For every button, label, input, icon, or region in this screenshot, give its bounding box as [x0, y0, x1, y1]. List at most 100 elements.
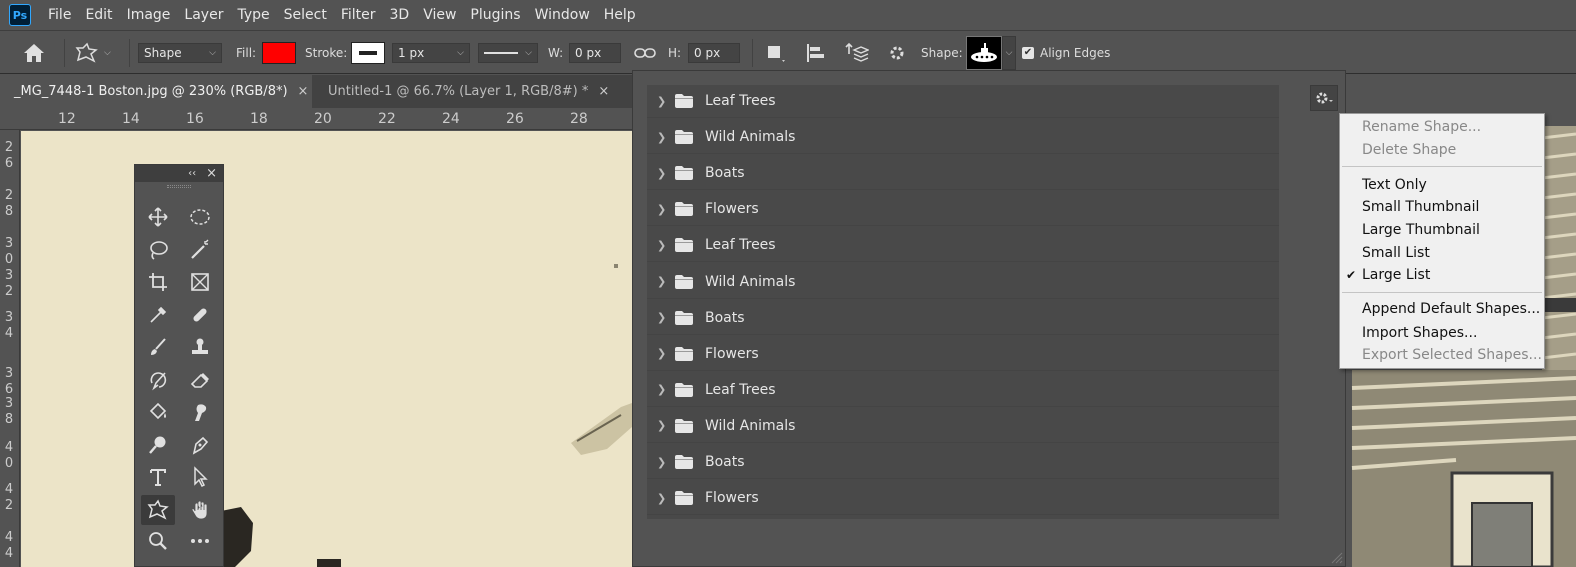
close-icon[interactable]: × [298, 84, 309, 99]
paint-bucket-tool[interactable] [141, 397, 175, 427]
chevron-right-icon[interactable]: ❯ [657, 95, 667, 108]
menu-text-only[interactable]: Text Only [1362, 177, 1427, 193]
dodge-tool[interactable] [141, 430, 175, 460]
eraser-icon [190, 373, 209, 388]
resize-grip-icon[interactable] [1329, 550, 1343, 564]
shape-group-row[interactable]: ❯ Flowers [647, 482, 1279, 516]
brush-tool[interactable] [141, 332, 175, 362]
shape-group-row[interactable]: ❯ Flowers [647, 338, 1279, 371]
menu-export-selected-shapes[interactable]: Export Selected Shapes... [1362, 347, 1542, 363]
stroke-width-field[interactable]: 1 px ⌵ [392, 42, 470, 63]
chevron-right-icon[interactable]: ❯ [657, 311, 667, 324]
document-canvas[interactable] [21, 131, 632, 567]
chevron-right-icon[interactable]: ❯ [657, 456, 667, 469]
menu-import-shapes[interactable]: Import Shapes... [1362, 325, 1477, 341]
zoom-tool[interactable] [141, 526, 175, 556]
path-selection-tool[interactable] [183, 462, 217, 492]
healing-brush-tool[interactable] [183, 300, 217, 330]
chevron-right-icon[interactable]: ❯ [657, 131, 667, 144]
menu-rename-shape[interactable]: Rename Shape... [1362, 119, 1481, 135]
drag-handle[interactable] [167, 185, 191, 188]
menu-plugins[interactable]: Plugins [463, 0, 527, 31]
chevron-right-icon[interactable]: ❯ [657, 275, 667, 288]
smudge-tool[interactable] [183, 397, 217, 427]
menu-append-default-shapes[interactable]: Append Default Shapes... [1362, 301, 1540, 317]
panel-settings-button[interactable] [1310, 85, 1338, 111]
clone-stamp-tool[interactable] [183, 332, 217, 362]
move-tool[interactable] [141, 202, 175, 232]
menu-delete-shape[interactable]: Delete Shape [1362, 142, 1456, 158]
tools-panel-header[interactable]: ‹‹ × [135, 165, 223, 182]
menu-image[interactable]: Image [120, 0, 178, 31]
shape-group-row[interactable]: ❯ Flowers [647, 193, 1279, 227]
width-input[interactable]: 0 px [569, 42, 621, 63]
stroke-type-dropdown[interactable]: ⌵ [478, 42, 538, 63]
chevron-right-icon[interactable]: ❯ [657, 419, 667, 432]
chevron-right-icon[interactable]: ❯ [657, 492, 667, 505]
menu-layer[interactable]: Layer [177, 0, 230, 31]
menu-select[interactable]: Select [277, 0, 334, 31]
eraser-tool[interactable] [183, 365, 217, 395]
align-edges-checkbox[interactable]: ✔ [1022, 46, 1034, 59]
tab-boston[interactable]: _MG_7448-1 Boston.jpg @ 230% (RGB/8*) × [0, 75, 312, 108]
hand-tool[interactable] [183, 495, 217, 525]
menu-small-thumbnail[interactable]: Small Thumbnail [1362, 199, 1479, 215]
close-icon[interactable]: × [598, 84, 609, 99]
shape-group-row[interactable]: ❯ Wild Animals [647, 410, 1279, 443]
menu-large-thumbnail[interactable]: Large Thumbnail [1362, 222, 1480, 238]
stroke-color-swatch[interactable] [351, 41, 385, 64]
path-alignment-button[interactable] [804, 31, 828, 74]
shape-group-row[interactable]: ❯ Leaf Trees [647, 229, 1279, 263]
menu-help[interactable]: Help [597, 0, 643, 31]
fill-color-swatch[interactable] [262, 41, 296, 64]
history-brush-tool[interactable] [141, 365, 175, 395]
chevron-right-icon[interactable]: ❯ [657, 203, 667, 216]
edit-toolbar-button[interactable] [183, 526, 217, 556]
eyedropper-tool[interactable] [141, 300, 175, 330]
mode-dropdown[interactable]: Shape ⌵ [138, 42, 222, 63]
menu-view[interactable]: View [416, 0, 463, 31]
shape-group-row[interactable]: ❯ Boats [647, 157, 1279, 191]
shape-group-row[interactable]: ❯ Wild Animals [647, 121, 1279, 155]
magic-wand-tool[interactable] [183, 235, 217, 265]
menu-window[interactable]: Window [528, 0, 597, 31]
geometry-options-button[interactable] [886, 31, 910, 74]
chevron-right-icon[interactable]: ❯ [657, 347, 667, 360]
ruler-tick-label: 3 6 [4, 366, 14, 397]
tool-preset-picker[interactable]: ⌵ [74, 31, 111, 74]
home-button[interactable] [22, 31, 46, 74]
link-dimensions-button[interactable] [634, 31, 656, 74]
tab-untitled[interactable]: Untitled-1 @ 66.7% (Layer 1, RGB/8#) * × [312, 75, 612, 108]
menu-3d[interactable]: 3D [383, 0, 417, 31]
menu-file[interactable]: File [41, 0, 78, 31]
path-arrangement-button[interactable] [843, 31, 869, 74]
shape-group-name: Leaf Trees [705, 93, 776, 109]
menu-edit[interactable]: Edit [78, 0, 119, 31]
type-tool[interactable] [141, 462, 175, 492]
lasso-tool[interactable] [141, 235, 175, 265]
shape-group-row[interactable]: ❯ Boats [647, 446, 1279, 479]
menu-filter[interactable]: Filter [334, 0, 383, 31]
shape-group-row[interactable]: ❯ Leaf Trees [647, 374, 1279, 407]
chevron-right-icon[interactable]: ❯ [657, 239, 667, 252]
custom-shape-tool[interactable] [141, 495, 175, 525]
shape-picker[interactable]: ⌵ [966, 35, 1016, 70]
menu-small-list[interactable]: Small List [1362, 245, 1430, 261]
frame-tool[interactable] [183, 267, 217, 297]
crop-tool[interactable] [141, 267, 175, 297]
chevron-right-icon[interactable]: ❯ [657, 167, 667, 180]
height-input[interactable]: 0 px [688, 42, 740, 63]
close-icon[interactable]: × [206, 166, 217, 181]
shape-options-menu: Rename Shape... Delete Shape Text Only S… [1339, 113, 1545, 369]
chevron-right-icon[interactable]: ❯ [657, 383, 667, 396]
menu-large-list[interactable]: Large List [1362, 267, 1430, 283]
shape-group-row[interactable]: ❯ Wild Animals [647, 266, 1279, 299]
shape-group-row[interactable]: ❯ Leaf Trees [647, 85, 1279, 118]
shape-group-row[interactable]: ❯ Boats [647, 302, 1279, 335]
collapse-icon[interactable]: ‹‹ [188, 168, 196, 179]
menu-type[interactable]: Type [230, 0, 276, 31]
path-operations-button[interactable] [765, 31, 787, 74]
pen-tool[interactable] [183, 430, 217, 460]
marquee-tool[interactable] [183, 202, 217, 232]
shape-group-list[interactable]: ❯ Leaf Trees ❯ Wild Animals ❯ Boats ❯ Flowers ❯ L… [647, 85, 1279, 519]
